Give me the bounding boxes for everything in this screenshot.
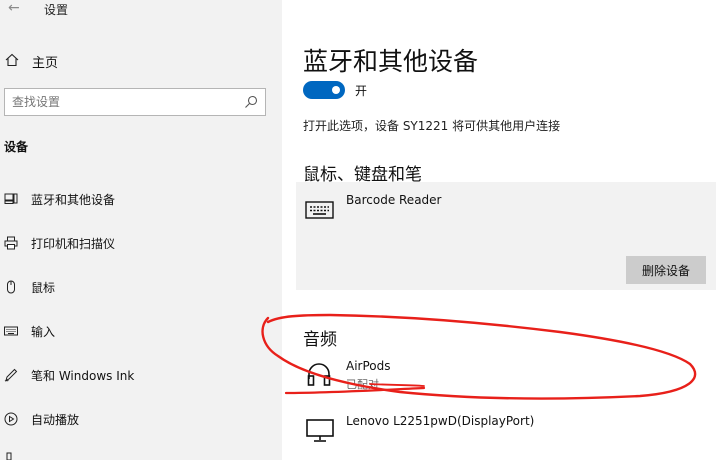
keyboard-icon	[305, 201, 334, 219]
keyboard-icon	[4, 326, 18, 336]
sidebar-item-mouse[interactable]: 鼠标	[0, 275, 282, 301]
search-icon[interactable]	[243, 94, 259, 110]
back-arrow-icon[interactable]: ←	[8, 0, 20, 16]
device-name: AirPods	[346, 359, 391, 373]
home-label: 主页	[32, 56, 59, 71]
device-row-airpods[interactable]: AirPods 已配对	[296, 355, 716, 407]
pen-icon	[4, 368, 18, 382]
sidebar-item-bluetooth[interactable]: 蓝牙和其他设备	[0, 187, 282, 213]
search-box[interactable]	[4, 88, 266, 116]
sidebar-item-label: 自动播放	[31, 413, 80, 427]
page-title: 蓝牙和其他设备	[303, 47, 479, 76]
printer-icon	[4, 236, 18, 250]
main-content: 蓝牙和其他设备 开 打开此选项，设备 SY1221 将可供其他用户连接 鼠标、键…	[282, 0, 720, 460]
device-name: Barcode Reader	[346, 193, 442, 207]
monitor-icon	[306, 419, 334, 442]
sidebar-item-input[interactable]: 输入	[0, 319, 282, 345]
home-icon	[5, 53, 19, 67]
toggle-state-label: 开	[355, 84, 368, 98]
app-title: 设置	[44, 3, 69, 17]
section-header-devices: 设备	[4, 140, 29, 154]
title-bar: ← 设置	[0, 0, 282, 22]
partial-icon	[6, 452, 12, 460]
device-status: 已配对	[346, 378, 379, 391]
sidebar-item-label: 蓝牙和其他设备	[31, 193, 116, 207]
autoplay-icon	[4, 412, 18, 426]
sidebar-item-label: 输入	[31, 325, 56, 339]
device-card-barcode-reader[interactable]: Barcode Reader 删除设备	[296, 182, 716, 290]
sidebar-item-autoplay[interactable]: 自动播放	[0, 407, 282, 433]
section-heading-audio: 音频	[303, 330, 337, 350]
home-nav-item[interactable]: 主页	[0, 50, 282, 72]
settings-sidebar: ← 设置 主页 设备 蓝牙和其他设备 打印机和扫描仪	[0, 0, 282, 460]
sidebar-item-printers[interactable]: 打印机和扫描仪	[0, 231, 282, 257]
sidebar-item-label: 打印机和扫描仪	[31, 237, 116, 251]
device-row-monitor[interactable]: Lenovo L2251pwD(DisplayPort)	[296, 408, 716, 460]
sidebar-item-label: 笔和 Windows Ink	[31, 369, 135, 383]
headphones-icon	[307, 363, 331, 386]
bluetooth-devices-icon	[4, 193, 18, 204]
sidebar-item-pen[interactable]: 笔和 Windows Ink	[0, 363, 282, 389]
remove-device-button[interactable]: 删除设备	[626, 256, 706, 284]
search-input[interactable]	[12, 93, 232, 111]
mouse-icon	[7, 280, 15, 294]
discoverable-description: 打开此选项，设备 SY1221 将可供其他用户连接	[303, 119, 561, 133]
bluetooth-toggle[interactable]	[303, 81, 345, 99]
toggle-knob	[332, 86, 340, 94]
sidebar-item-label: 鼠标	[31, 281, 56, 295]
device-name: Lenovo L2251pwD(DisplayPort)	[346, 414, 535, 428]
